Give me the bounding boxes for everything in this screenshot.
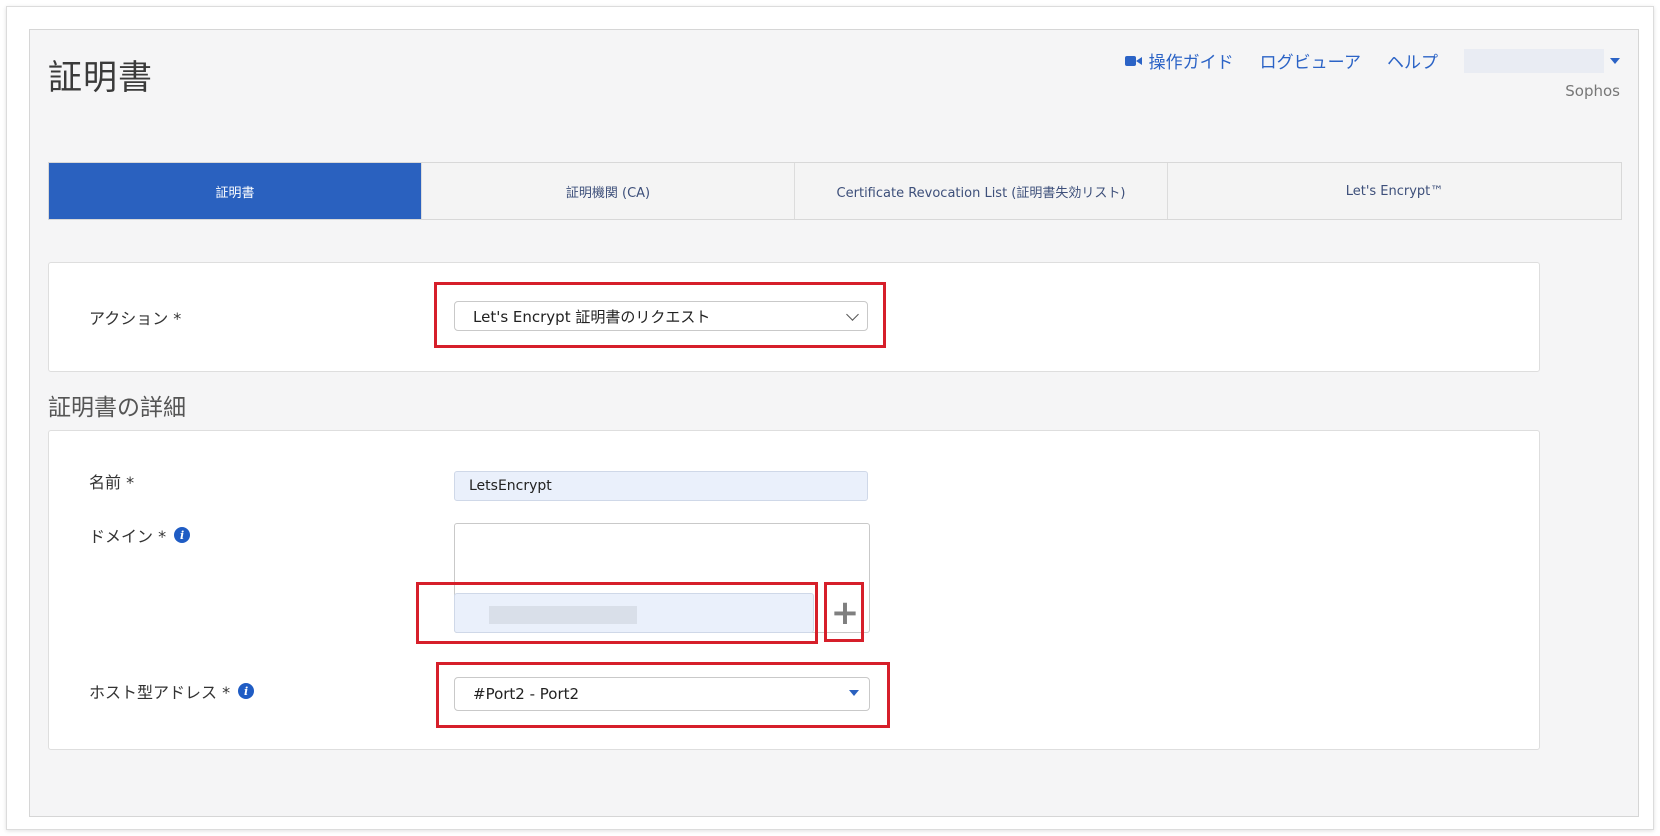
guide-link[interactable]: 操作ガイド	[1124, 48, 1234, 73]
redacted-username	[1464, 48, 1604, 73]
screenshot-frame: 証明書 操作ガイド ログビューア ヘルプ Sophos 証明書 証明機関 (CA…	[6, 6, 1654, 830]
log-viewer-label: ログビューア	[1259, 53, 1361, 73]
name-input[interactable]: LetsEncrypt	[454, 471, 868, 501]
tab-certificate-authorities[interactable]: 証明機関 (CA)	[422, 163, 795, 219]
help-link[interactable]: ヘルプ	[1387, 48, 1438, 73]
certificates-page: 証明書 操作ガイド ログビューア ヘルプ Sophos 証明書 証明機関 (CA…	[29, 29, 1639, 817]
tab-certificates[interactable]: 証明書	[49, 163, 422, 219]
name-label: 名前 *	[89, 469, 134, 493]
domain-label-text: ドメイン *	[89, 527, 167, 546]
org-name: Sophos	[1565, 82, 1620, 100]
caret-down-icon	[1610, 57, 1620, 64]
section-title: 証明書の詳細	[48, 395, 186, 421]
domain-label: ドメイン * i	[89, 523, 191, 547]
name-input-value: LetsEncrypt	[469, 478, 552, 494]
video-camera-icon	[1124, 55, 1143, 67]
tab-lets-encrypt[interactable]: Let's Encrypt™	[1168, 163, 1621, 219]
log-viewer-link[interactable]: ログビューア	[1260, 48, 1361, 73]
page-title: 証明書	[48, 58, 153, 98]
top-links: 操作ガイド ログビューア ヘルプ	[1124, 48, 1620, 73]
highlight-action-select	[434, 282, 886, 348]
highlight-domain-input	[416, 582, 818, 644]
tab-certificate-revocation-list[interactable]: Certificate Revocation List (証明書失効リスト)	[795, 163, 1168, 219]
name-label-text: 名前 *	[89, 473, 135, 492]
action-label: アクション *	[89, 305, 181, 329]
tab-bar: 証明書 証明機関 (CA) Certificate Revocation Lis…	[48, 162, 1622, 220]
action-label-text: アクション *	[89, 309, 182, 328]
highlight-host-select	[436, 662, 890, 728]
info-icon[interactable]: i	[238, 683, 255, 699]
guide-link-label: 操作ガイド	[1148, 53, 1234, 73]
user-menu[interactable]	[1464, 48, 1620, 73]
highlight-add-button	[824, 582, 864, 642]
host-address-label-text: ホスト型アドレス *	[89, 683, 231, 702]
host-address-label: ホスト型アドレス * i	[89, 679, 255, 703]
info-icon[interactable]: i	[174, 527, 191, 543]
help-label: ヘルプ	[1387, 53, 1438, 73]
